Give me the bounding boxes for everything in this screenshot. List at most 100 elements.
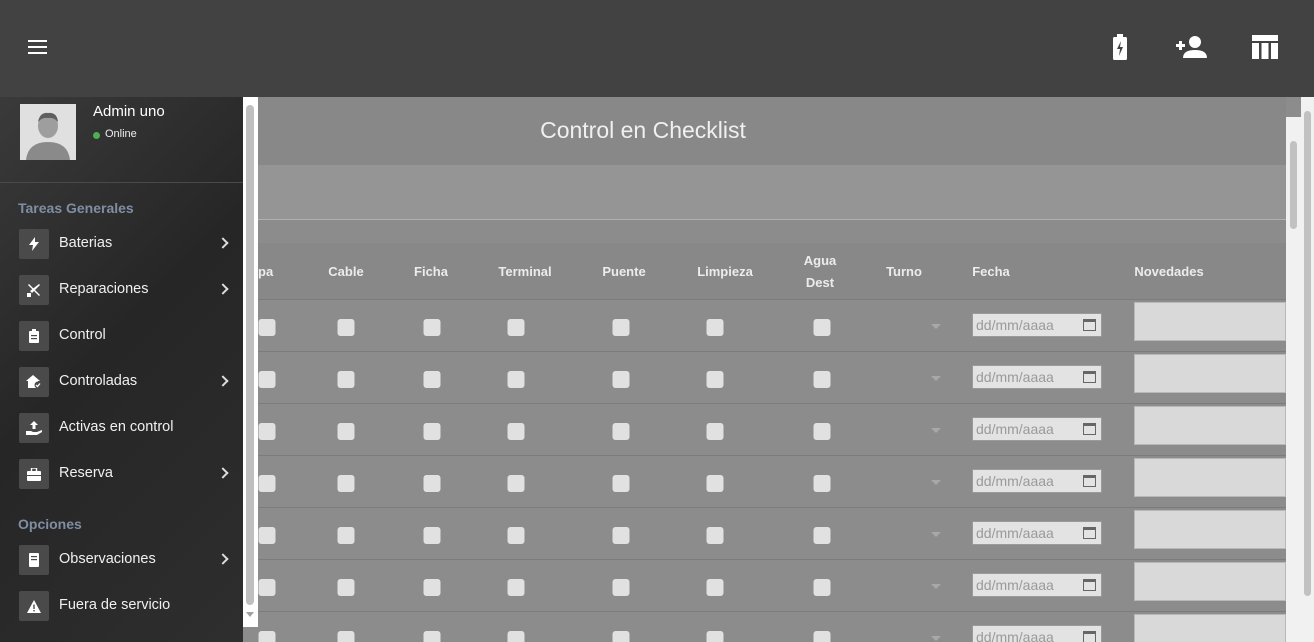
date-input[interactable]: dd/mm/aaaa bbox=[972, 313, 1102, 337]
checkbox[interactable] bbox=[258, 527, 276, 544]
page-scrollbar[interactable] bbox=[1301, 97, 1314, 642]
calendar-icon[interactable] bbox=[1083, 579, 1096, 591]
chevron-right-icon bbox=[217, 467, 229, 479]
nav-label: Baterias bbox=[59, 235, 113, 251]
checkbox[interactable] bbox=[337, 527, 355, 544]
date-input[interactable]: dd/mm/aaaa bbox=[972, 469, 1102, 493]
checkbox[interactable] bbox=[706, 371, 724, 388]
checkbox[interactable] bbox=[706, 475, 724, 492]
checkbox[interactable] bbox=[507, 475, 525, 492]
date-input[interactable]: dd/mm/aaaa bbox=[972, 521, 1102, 545]
checkbox[interactable] bbox=[507, 527, 525, 544]
nav-item-observaciones[interactable]: Observaciones bbox=[0, 538, 243, 584]
novedades-input[interactable] bbox=[1134, 302, 1286, 341]
novedades-input[interactable] bbox=[1134, 510, 1286, 549]
calendar-icon[interactable] bbox=[1083, 475, 1096, 487]
checkbox[interactable] bbox=[423, 527, 441, 544]
checkbox[interactable] bbox=[813, 475, 831, 492]
checkbox[interactable] bbox=[813, 319, 831, 336]
calendar-icon[interactable] bbox=[1083, 631, 1096, 642]
nav-item-controladas[interactable]: Controladas bbox=[0, 360, 243, 406]
calendar-icon[interactable] bbox=[1083, 527, 1096, 539]
battery-charging-icon[interactable] bbox=[1103, 30, 1137, 64]
turno-select[interactable] bbox=[931, 376, 941, 381]
checkbox[interactable] bbox=[612, 527, 630, 544]
checkbox[interactable] bbox=[612, 631, 630, 642]
checkbox[interactable] bbox=[258, 579, 276, 596]
novedades-input[interactable] bbox=[1134, 614, 1286, 642]
checkbox[interactable] bbox=[258, 631, 276, 642]
table-layout-icon[interactable] bbox=[1248, 30, 1282, 64]
checkbox[interactable] bbox=[258, 319, 276, 336]
nav-item-reparaciones[interactable]: Reparaciones bbox=[0, 268, 243, 314]
nav-item-reserva[interactable]: Reserva bbox=[0, 452, 243, 498]
checkbox[interactable] bbox=[706, 631, 724, 642]
checkbox[interactable] bbox=[423, 319, 441, 336]
column-header-cable: Cable bbox=[328, 263, 364, 279]
date-input[interactable]: dd/mm/aaaa bbox=[972, 365, 1102, 389]
date-input[interactable]: dd/mm/aaaa bbox=[972, 573, 1102, 597]
table-scrollbar[interactable] bbox=[1286, 117, 1301, 642]
checkbox[interactable] bbox=[337, 631, 355, 642]
novedades-input[interactable] bbox=[1134, 354, 1286, 393]
nav-item-control[interactable]: Control bbox=[0, 314, 243, 360]
checkbox[interactable] bbox=[423, 423, 441, 440]
nav-item-activas-en-control[interactable]: Activas en control bbox=[0, 406, 243, 452]
column-header-novedades: Novedades bbox=[1134, 263, 1204, 279]
checkbox[interactable] bbox=[507, 371, 525, 388]
checkbox[interactable] bbox=[612, 475, 630, 492]
checkbox[interactable] bbox=[612, 371, 630, 388]
checkbox[interactable] bbox=[813, 527, 831, 544]
checkbox[interactable] bbox=[258, 371, 276, 388]
checkbox[interactable] bbox=[507, 579, 525, 596]
section-opciones: Opciones bbox=[18, 516, 82, 532]
checkbox[interactable] bbox=[813, 579, 831, 596]
checkbox[interactable] bbox=[423, 371, 441, 388]
nav-item-fuera-de-servicio[interactable]: Fuera de servicio bbox=[0, 584, 243, 630]
checkbox[interactable] bbox=[706, 527, 724, 544]
sidebar-scrollbar[interactable] bbox=[243, 97, 258, 627]
checkbox[interactable] bbox=[337, 475, 355, 492]
checkbox[interactable] bbox=[423, 579, 441, 596]
checkbox[interactable] bbox=[507, 423, 525, 440]
calendar-icon[interactable] bbox=[1083, 423, 1096, 435]
checkbox[interactable] bbox=[706, 579, 724, 596]
checkbox[interactable] bbox=[612, 319, 630, 336]
nav-item-baterias[interactable]: Baterias bbox=[0, 222, 243, 268]
date-input[interactable]: dd/mm/aaaa bbox=[972, 417, 1102, 441]
checkbox[interactable] bbox=[258, 475, 276, 492]
checkbox[interactable] bbox=[813, 371, 831, 388]
user-status: Online bbox=[105, 128, 137, 140]
checkbox[interactable] bbox=[337, 371, 355, 388]
checkbox[interactable] bbox=[507, 319, 525, 336]
checkbox[interactable] bbox=[507, 631, 525, 642]
calendar-icon[interactable] bbox=[1083, 319, 1096, 331]
turno-select[interactable] bbox=[931, 584, 941, 589]
checkbox[interactable] bbox=[813, 423, 831, 440]
turno-select[interactable] bbox=[931, 532, 941, 537]
person-add-icon[interactable] bbox=[1174, 30, 1208, 64]
checkbox[interactable] bbox=[706, 423, 724, 440]
turno-select[interactable] bbox=[931, 636, 941, 641]
checkbox[interactable] bbox=[258, 423, 276, 440]
turno-select[interactable] bbox=[931, 480, 941, 485]
hamburger-icon[interactable] bbox=[28, 40, 48, 54]
checkbox[interactable] bbox=[337, 423, 355, 440]
novedades-input[interactable] bbox=[1134, 562, 1286, 601]
checkbox[interactable] bbox=[337, 319, 355, 336]
calendar-icon[interactable] bbox=[1083, 371, 1096, 383]
checkbox[interactable] bbox=[612, 579, 630, 596]
checkbox[interactable] bbox=[612, 423, 630, 440]
turno-select[interactable] bbox=[931, 428, 941, 433]
checkbox[interactable] bbox=[423, 475, 441, 492]
date-placeholder: dd/mm/aaaa bbox=[976, 369, 1054, 385]
checkbox[interactable] bbox=[423, 631, 441, 642]
novedades-input[interactable] bbox=[1134, 406, 1286, 445]
checkbox[interactable] bbox=[337, 579, 355, 596]
checkbox[interactable] bbox=[813, 631, 831, 642]
section-tareas-generales: Tareas Generales bbox=[18, 200, 134, 216]
novedades-input[interactable] bbox=[1134, 458, 1286, 497]
checkbox[interactable] bbox=[706, 319, 724, 336]
turno-select[interactable] bbox=[931, 324, 941, 329]
date-input[interactable]: dd/mm/aaaa bbox=[972, 625, 1102, 642]
